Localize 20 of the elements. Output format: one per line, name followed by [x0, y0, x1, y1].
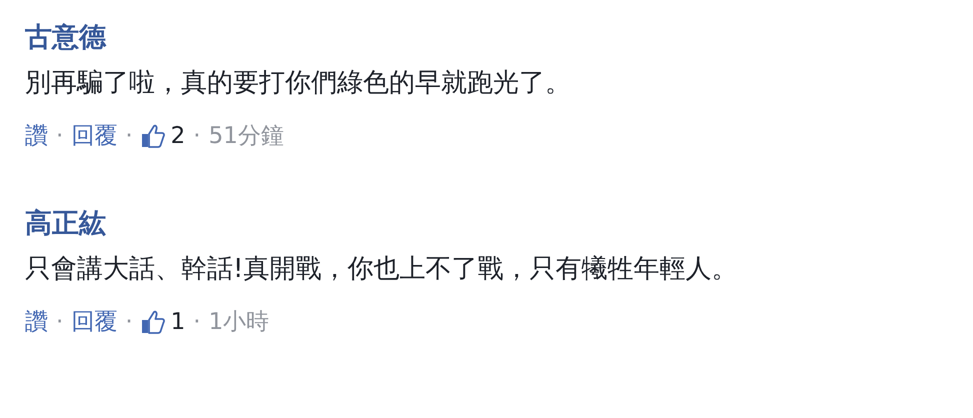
- reply-link[interactable]: 回覆: [71, 114, 118, 158]
- comment-text: 只會講大話、幹話!真開戰，你也上不了戰，只有犧牲年輕人。: [25, 253, 738, 286]
- comment-author[interactable]: 高正紘: [25, 208, 106, 239]
- like-link[interactable]: 讚: [25, 300, 48, 344]
- comment-text: 別再騙了啦，真的要打你們綠色的早就跑光了。: [25, 67, 572, 100]
- separator-dot: ·: [193, 122, 201, 151]
- thumbs-up-icon: [140, 310, 165, 334]
- separator-dot: ·: [193, 308, 201, 337]
- thumbs-up-icon: [140, 124, 165, 148]
- reply-link[interactable]: 回覆: [71, 300, 118, 344]
- separator-dot: ·: [125, 308, 133, 337]
- like-count: 2: [170, 122, 186, 151]
- like-link[interactable]: 讚: [25, 114, 48, 158]
- comment-time: 1小時: [208, 308, 270, 337]
- comment-author[interactable]: 古意德: [25, 22, 106, 53]
- separator-dot: ·: [56, 308, 64, 337]
- separator-dot: ·: [125, 122, 133, 151]
- like-count: 1: [170, 308, 186, 337]
- comment-time: 51分鐘: [208, 122, 284, 151]
- separator-dot: ·: [56, 122, 64, 151]
